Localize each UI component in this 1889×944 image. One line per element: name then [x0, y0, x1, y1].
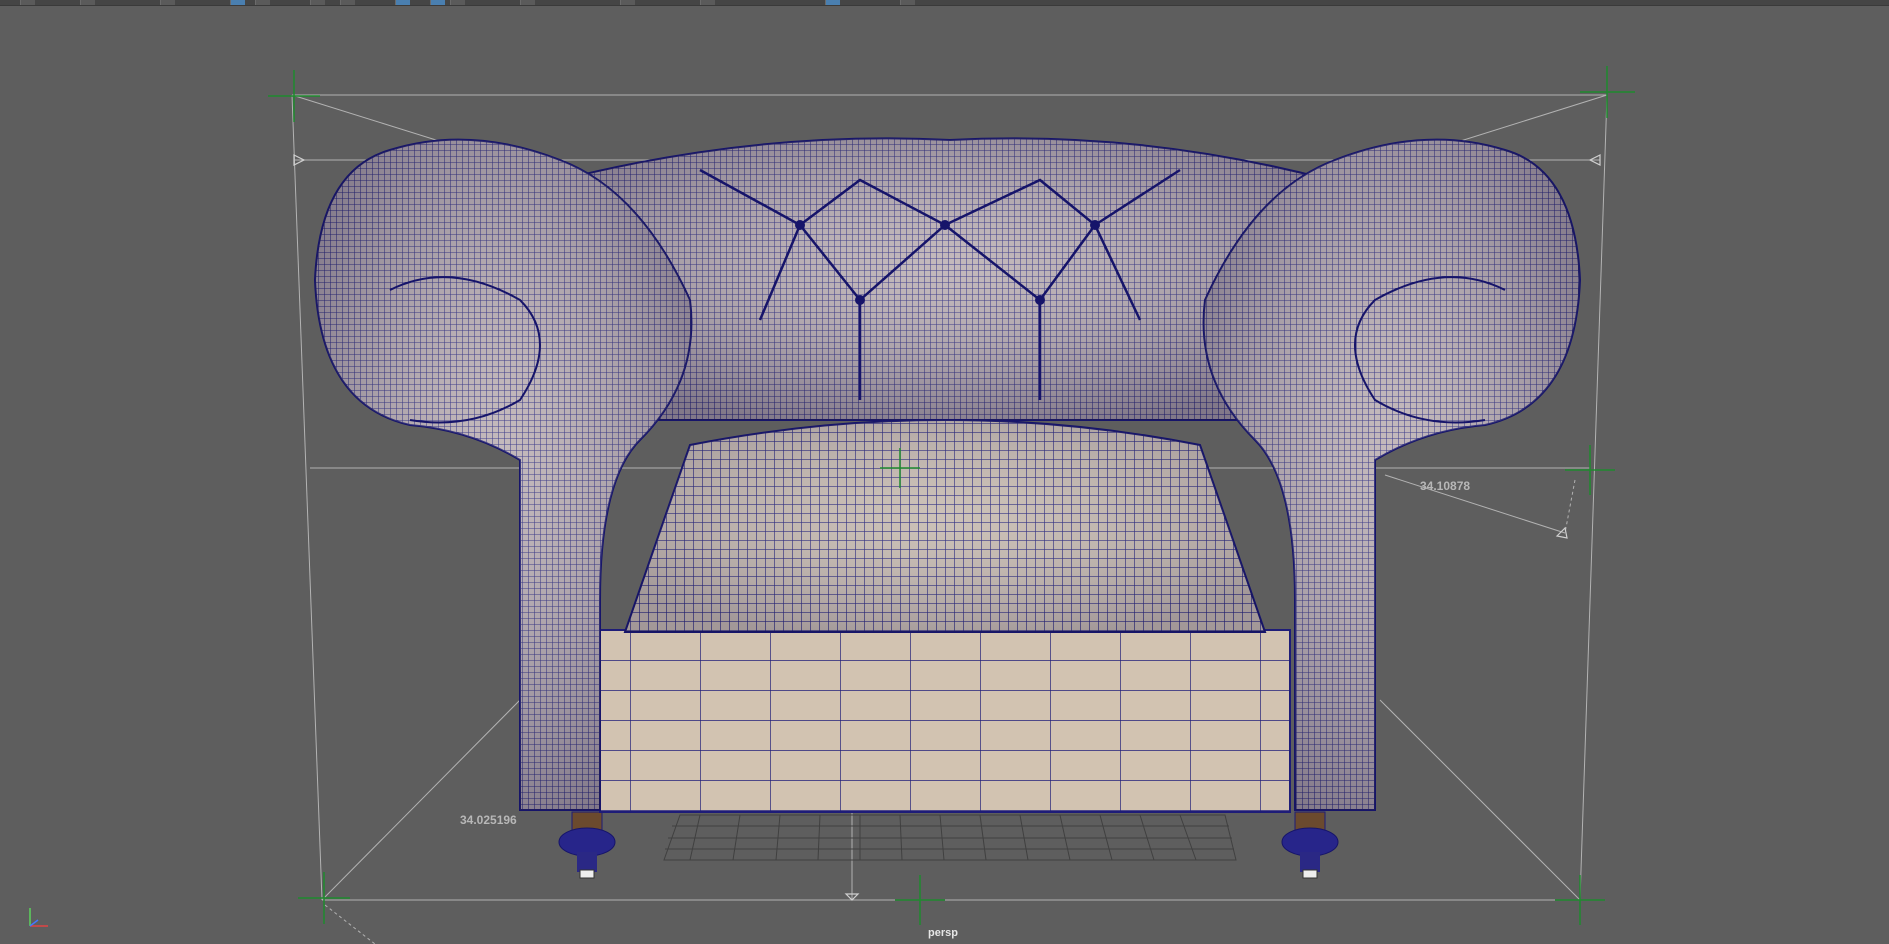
- toolbar-button-icon[interactable]: [310, 0, 325, 5]
- viewport-scene: [268, 66, 1635, 944]
- toolbar-button-icon[interactable]: [255, 0, 270, 5]
- toolbar-button-icon[interactable]: [900, 0, 915, 5]
- seat-base: [599, 629, 1291, 813]
- depth-dimension-label: 34.10878: [1420, 479, 1471, 493]
- width-dimension-label: 34.025196: [460, 813, 517, 827]
- axis-gizmo-icon: [29, 908, 48, 927]
- ground-grid: [663, 814, 1237, 861]
- toolbar-button-icon[interactable]: [450, 0, 465, 5]
- toolbar-button-icon[interactable]: [340, 0, 355, 5]
- perspective-viewport[interactable]: 34.10878 34.025196: [0, 6, 1889, 944]
- toolbar-button-icon[interactable]: [520, 0, 535, 5]
- toolbar-button-icon[interactable]: [230, 0, 245, 5]
- camera-name-label: persp: [928, 927, 958, 939]
- toolbar-button-icon[interactable]: [160, 0, 175, 5]
- toolbar-button-icon[interactable]: [825, 0, 840, 5]
- toolbar-button-icon[interactable]: [620, 0, 635, 5]
- toolbar-button-icon[interactable]: [80, 0, 95, 5]
- front-legs: [558, 811, 1339, 879]
- toolbar-button-icon[interactable]: [430, 0, 445, 5]
- toolbar-button-icon[interactable]: [700, 0, 715, 5]
- toolbar-button-icon[interactable]: [20, 0, 35, 5]
- toolbar-button-icon[interactable]: [395, 0, 410, 5]
